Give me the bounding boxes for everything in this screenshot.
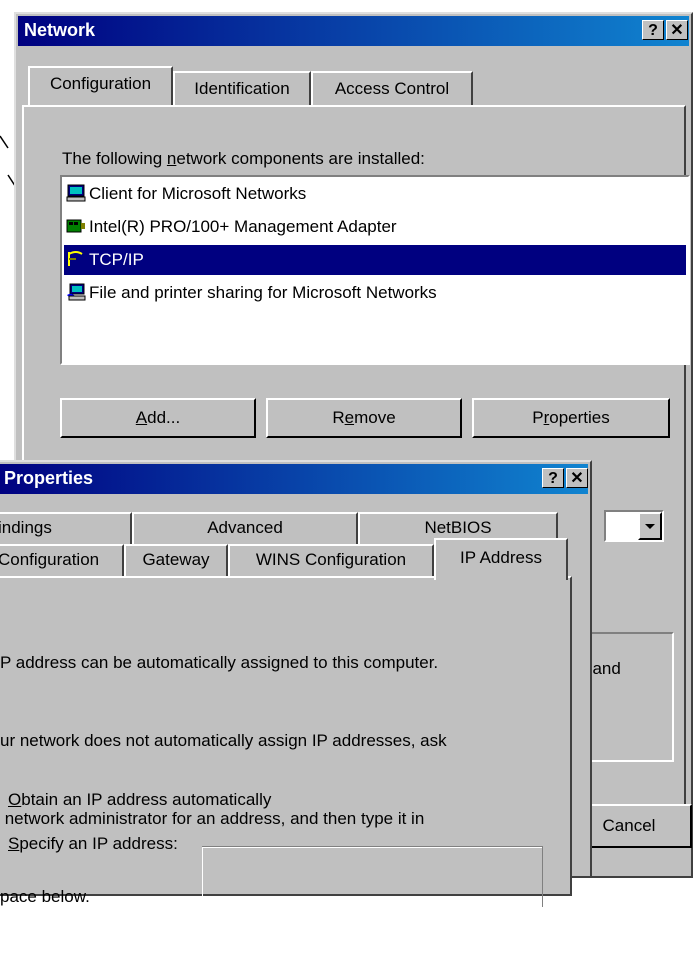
properties-title-bar: Properties ? ✕: [0, 464, 588, 494]
close-button[interactable]: ✕: [566, 468, 588, 488]
properties-title: Properties: [4, 468, 94, 488]
properties-button[interactable]: Properties: [472, 398, 670, 438]
components-list[interactable]: Client for Microsoft Networks Intel(R) P…: [60, 175, 690, 365]
network-title-bar: Network ? ✕: [18, 16, 689, 46]
tab-configuration[interactable]: Configuration: [28, 66, 173, 106]
obtain-ip-option[interactable]: Obtain an IP address automatically: [8, 790, 271, 810]
dropdown-arrow-button[interactable]: [638, 512, 662, 540]
list-item[interactable]: Intel(R) PRO/100+ Management Adapter: [64, 212, 686, 242]
remove-button[interactable]: Remove: [266, 398, 462, 438]
tab-bindings[interactable]: indings: [0, 512, 132, 544]
ip-address-panel: P address can be automatically assigned …: [0, 576, 572, 907]
help-button[interactable]: ?: [642, 20, 664, 40]
file-sharing-icon: [67, 283, 86, 301]
network-title: Network: [24, 20, 96, 40]
tab-ip-address[interactable]: IP Address: [434, 538, 568, 580]
tab-wins-configuration[interactable]: WINS Configuration: [228, 544, 434, 576]
installed-components-label: The following network components are ins…: [62, 149, 425, 168]
list-item-selected[interactable]: TCP/IP: [64, 245, 686, 275]
tab-advanced[interactable]: Advanced: [132, 512, 358, 544]
chevron-down-icon: [645, 524, 655, 529]
network-adapter-icon: [66, 219, 85, 233]
network-client-icon: [66, 184, 86, 202]
specify-ip-groupbox: [202, 846, 543, 907]
tab-access-control[interactable]: Access Control: [311, 71, 473, 107]
specify-ip-option[interactable]: Specify an IP address:: [8, 834, 178, 854]
background-dropdown[interactable]: [604, 510, 664, 542]
help-button[interactable]: ?: [542, 468, 564, 488]
background-groupbox: t and: [579, 632, 674, 762]
ip-description: P address can be automatically assigned …: [0, 653, 447, 906]
add-button[interactable]: Add...: [60, 398, 256, 438]
close-icon: ✕: [570, 470, 584, 487]
close-button[interactable]: ✕: [666, 20, 688, 40]
list-item[interactable]: Client for Microsoft Networks: [64, 179, 686, 209]
tab-dns-configuration[interactable]: Configuration: [0, 544, 124, 576]
close-icon: ✕: [670, 22, 684, 39]
protocol-icon: [68, 251, 83, 266]
tcpip-properties-dialog: Properties ? ✕ indings Advanced NetBIOS …: [0, 460, 592, 907]
tab-identification[interactable]: Identification: [173, 71, 311, 107]
list-item[interactable]: File and printer sharing for Microsoft N…: [64, 278, 686, 308]
tab-gateway[interactable]: Gateway: [124, 544, 228, 576]
